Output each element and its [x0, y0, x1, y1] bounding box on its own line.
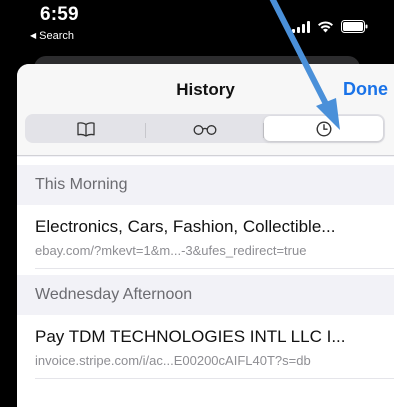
bookmarks-segmented-control — [25, 114, 385, 143]
reading-list-glasses-icon — [193, 124, 217, 135]
history-sheet: History Done This Morning Electronics, C… — [17, 64, 394, 407]
history-clock-icon — [316, 120, 332, 137]
status-time: 6:59 — [40, 4, 79, 25]
history-item[interactable]: Electronics, Cars, Fashion, Collectible.… — [17, 205, 394, 269]
section-header: Wednesday Afternoon — [17, 275, 394, 315]
history-item-title: Electronics, Cars, Fashion, Collectible.… — [35, 217, 336, 236]
history-list: This Morning Electronics, Cars, Fashion,… — [17, 157, 394, 407]
status-bar: 6:59 ◀ Search — [0, 0, 394, 50]
section-header: This Morning — [17, 165, 394, 205]
history-item-title: Pay TDM TECHNOLOGIES INTL LLC I... — [35, 327, 346, 346]
back-app-label: Search — [39, 30, 75, 42]
history-item-url: invoice.stripe.com/i/ac...E00200cAIFL40T… — [35, 353, 311, 368]
signal-icon — [292, 20, 310, 33]
battery-icon — [341, 20, 368, 33]
row-divider — [35, 268, 394, 269]
wifi-icon — [317, 20, 334, 33]
history-item[interactable]: Pay TDM TECHNOLOGIES INTL LLC I... invoi… — [17, 315, 394, 379]
row-divider — [35, 378, 394, 379]
book-icon — [77, 121, 95, 137]
tab-bookmarks[interactable] — [27, 116, 146, 141]
done-button[interactable]: Done — [343, 79, 388, 100]
tab-reading-list[interactable] — [146, 116, 265, 141]
page-title: History — [176, 80, 235, 99]
history-item-url: ebay.com/?mkevt=1&m...-3&ufes_redirect=t… — [35, 243, 307, 258]
status-icons — [292, 20, 368, 33]
back-to-app-link[interactable]: ◀ Search — [30, 30, 74, 42]
back-caret-icon: ◀ — [30, 31, 37, 40]
tab-history[interactable] — [264, 116, 384, 141]
sheet-header: History Done — [17, 64, 394, 156]
